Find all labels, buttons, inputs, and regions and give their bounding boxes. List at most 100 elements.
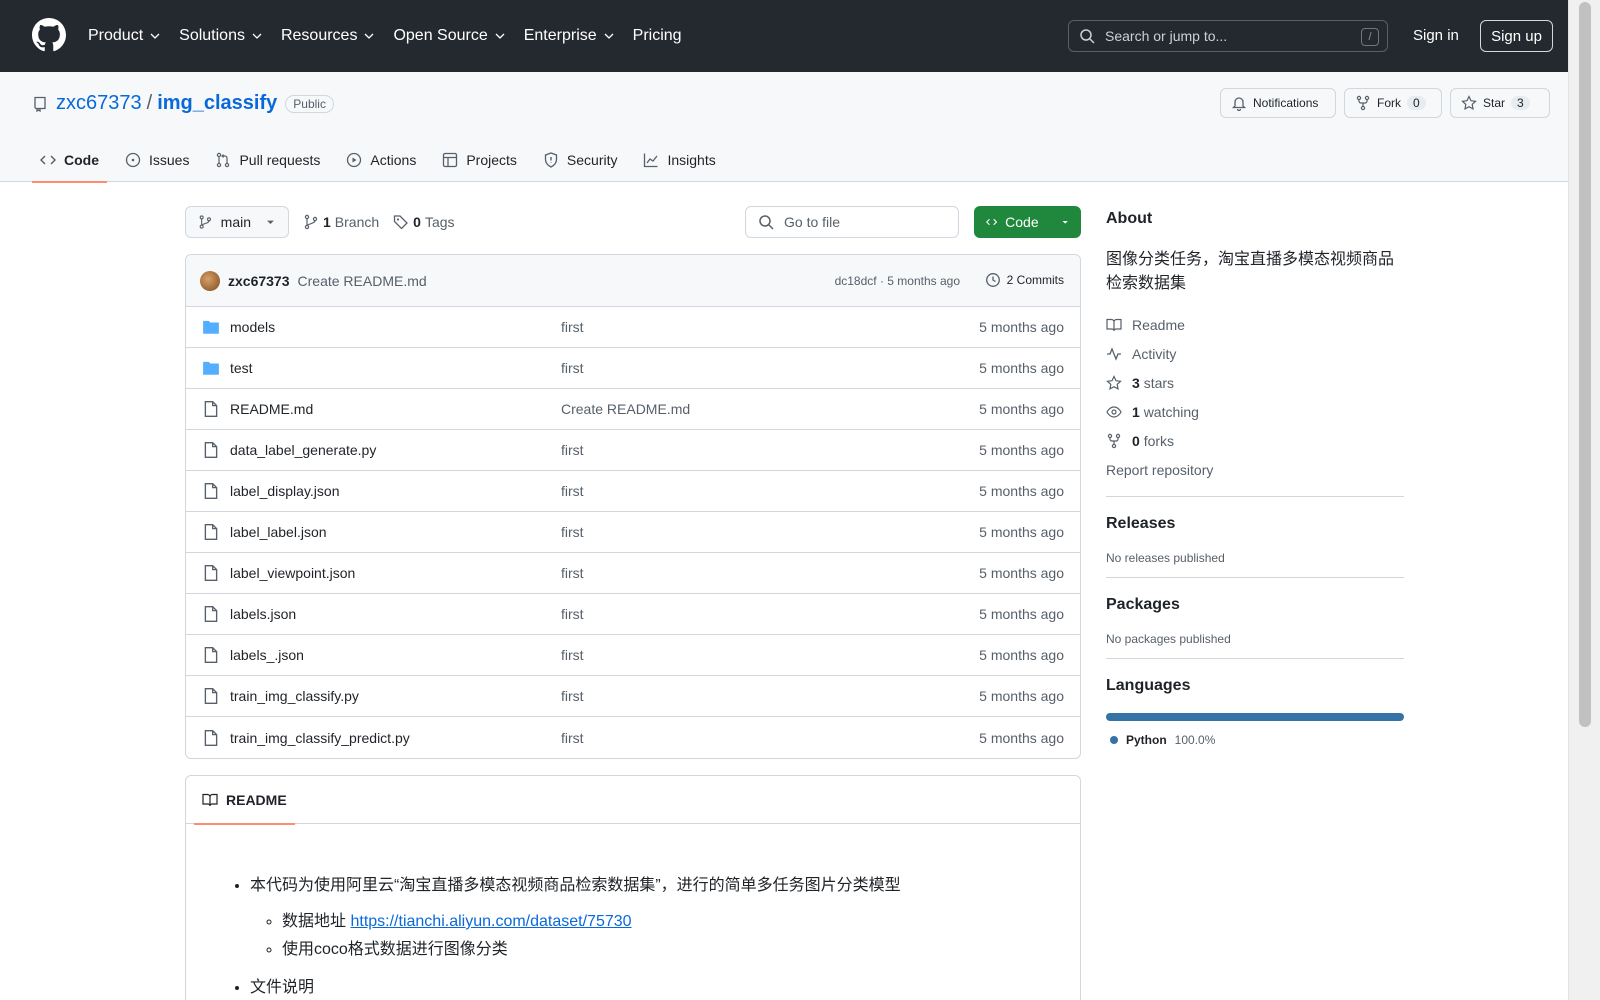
- file-commit-message[interactable]: first: [561, 360, 584, 376]
- code-dropdown-button[interactable]: Code: [974, 206, 1081, 238]
- file-commit-message[interactable]: first: [561, 565, 584, 581]
- language-python[interactable]: Python 100.0%: [1106, 733, 1404, 747]
- file-row[interactable]: train_img_classify_predict.py first 5 mont…: [186, 717, 1080, 758]
- fork-button[interactable]: Fork 0: [1344, 88, 1442, 118]
- nav-solutions[interactable]: Solutions: [179, 22, 263, 50]
- file-icon: [204, 729, 218, 746]
- page-scrollbar[interactable]: [1568, 0, 1600, 1000]
- file-name-link[interactable]: train_img_classify_predict.py: [230, 730, 410, 746]
- language-bar: [1106, 713, 1404, 721]
- commit-author-link[interactable]: zxc67373: [228, 273, 290, 289]
- tab-projects[interactable]: Projects: [434, 138, 525, 182]
- file-icon: [204, 647, 218, 663]
- file-icon: [204, 606, 218, 622]
- nav-product[interactable]: Product: [88, 22, 161, 50]
- file-row[interactable]: labels.json first 5 months ago: [186, 594, 1080, 635]
- file-commit-message[interactable]: first: [561, 606, 584, 622]
- file-commit-message[interactable]: first: [561, 524, 584, 540]
- nav-enterprise[interactable]: Enterprise: [524, 22, 615, 50]
- forks-link[interactable]: 0 forks: [1106, 426, 1404, 455]
- packages-empty: No packages published: [1106, 632, 1231, 646]
- tab-security[interactable]: Security: [535, 138, 626, 182]
- file-commit-message[interactable]: first: [561, 442, 584, 458]
- readme-tab[interactable]: README: [194, 776, 295, 825]
- star-button[interactable]: Star 3: [1450, 88, 1550, 118]
- issue-icon: [125, 152, 141, 168]
- file-browser: zxc67373 Create README.md dc18dcf · 5 mo…: [185, 254, 1081, 759]
- file-name-link[interactable]: models: [230, 319, 275, 335]
- nav-pricing[interactable]: Pricing: [633, 22, 682, 50]
- tab-insights[interactable]: Insights: [635, 138, 723, 182]
- file-row[interactable]: data_label_generate.py first 5 months ago: [186, 430, 1080, 471]
- fork-icon: [1356, 95, 1370, 111]
- scrollbar-thumb[interactable]: [1579, 2, 1591, 727]
- branches-link[interactable]: 1 Branch: [303, 214, 379, 230]
- notifications-button[interactable]: Notifications: [1220, 88, 1336, 118]
- readme-panel: README 本代码为使用阿里云“淘宝直播多模态视频商品检索数据集”，进行的简单…: [185, 775, 1081, 1000]
- history-icon: [985, 273, 1000, 287]
- stars-link[interactable]: 3 stars: [1106, 368, 1404, 397]
- file-commit-message[interactable]: Create README.md: [561, 401, 690, 417]
- packages-heading[interactable]: Packages: [1106, 596, 1404, 614]
- file-commit-message[interactable]: first: [561, 483, 584, 499]
- file-commit-message[interactable]: first: [561, 688, 584, 704]
- avatar[interactable]: [200, 270, 220, 291]
- repo-name-link[interactable]: img_classify: [157, 92, 277, 115]
- go-to-file-placeholder: Go to file: [784, 214, 841, 230]
- file-name-link[interactable]: train_img_classify.py: [230, 688, 359, 704]
- file-row[interactable]: models first 5 months ago: [186, 307, 1080, 348]
- watchers-link[interactable]: 1 watching: [1106, 397, 1404, 426]
- file-age: 5 months ago: [979, 729, 1064, 746]
- activity-link[interactable]: Activity: [1106, 339, 1404, 368]
- go-to-file-input[interactable]: Go to file: [745, 206, 959, 238]
- eye-icon: [1106, 405, 1122, 418]
- readme-list-item: 本代码为使用阿里云“淘宝直播多模态视频商品检索数据集”，进行的简单多任务图片分类…: [250, 872, 1048, 964]
- file-row[interactable]: README.md Create README.md 5 months ago: [186, 389, 1080, 430]
- file-name-link[interactable]: labels_.json: [230, 647, 304, 663]
- branch-select-button[interactable]: main: [185, 206, 289, 238]
- repo-icon: [34, 96, 46, 112]
- sign-in-link[interactable]: Sign in: [1413, 27, 1459, 44]
- file-name-link[interactable]: label_display.json: [230, 483, 339, 499]
- file-row[interactable]: labels_.json first 5 months ago: [186, 635, 1080, 676]
- file-name-link[interactable]: test: [230, 360, 253, 376]
- file-name-link[interactable]: README.md: [230, 401, 313, 417]
- tags-link[interactable]: 0 Tags: [393, 214, 455, 230]
- file-row[interactable]: label_viewpoint.json first 5 months ago: [186, 553, 1080, 594]
- report-repository-link[interactable]: Report repository: [1106, 455, 1404, 484]
- commits-history-link[interactable]: 2 Commits: [985, 272, 1064, 288]
- commit-hash-age[interactable]: dc18dcf · 5 months ago: [835, 274, 960, 288]
- commit-message-link[interactable]: Create README.md: [298, 273, 427, 289]
- repo-owner-link[interactable]: zxc67373: [56, 92, 142, 115]
- tab-issues[interactable]: Issues: [117, 138, 197, 182]
- file-name-link[interactable]: label_label.json: [230, 524, 327, 540]
- file-row[interactable]: label_display.json first 5 months ago: [186, 471, 1080, 512]
- releases-heading[interactable]: Releases: [1106, 515, 1404, 533]
- file-row[interactable]: test first 5 months ago: [186, 348, 1080, 389]
- file-name-link[interactable]: data_label_generate.py: [230, 442, 376, 458]
- fork-icon: [1107, 433, 1121, 448]
- file-commit-message[interactable]: first: [561, 730, 584, 746]
- sign-up-button[interactable]: Sign up: [1480, 20, 1553, 52]
- fork-count: 0: [1407, 96, 1426, 110]
- file-name-link[interactable]: label_viewpoint.json: [230, 565, 355, 581]
- languages-heading: Languages: [1106, 677, 1191, 694]
- branch-icon: [199, 215, 212, 229]
- global-search-input[interactable]: Search or jump to... /: [1068, 20, 1388, 52]
- file-icon: [204, 524, 218, 540]
- file-icon: [204, 688, 218, 704]
- tab-pull-requests[interactable]: Pull requests: [207, 138, 328, 182]
- about-description: 图像分类任务，淘宝直播多模态视频商品检索数据集: [1106, 251, 1395, 292]
- file-row[interactable]: label_label.json first 5 months ago: [186, 512, 1080, 553]
- github-logo-icon[interactable]: [32, 18, 66, 52]
- nav-resources[interactable]: Resources: [281, 22, 375, 50]
- nav-open-source[interactable]: Open Source: [393, 22, 505, 50]
- file-row[interactable]: train_img_classify.py first 5 months ago: [186, 676, 1080, 717]
- file-commit-message[interactable]: first: [561, 647, 584, 663]
- readme-link[interactable]: Readme: [1106, 310, 1404, 339]
- file-commit-message[interactable]: first: [561, 319, 584, 335]
- file-name-link[interactable]: labels.json: [230, 606, 296, 622]
- dataset-link[interactable]: https://tianchi.aliyun.com/dataset/75730: [350, 913, 631, 930]
- tab-actions[interactable]: Actions: [338, 138, 424, 182]
- tab-code[interactable]: Code: [32, 138, 107, 183]
